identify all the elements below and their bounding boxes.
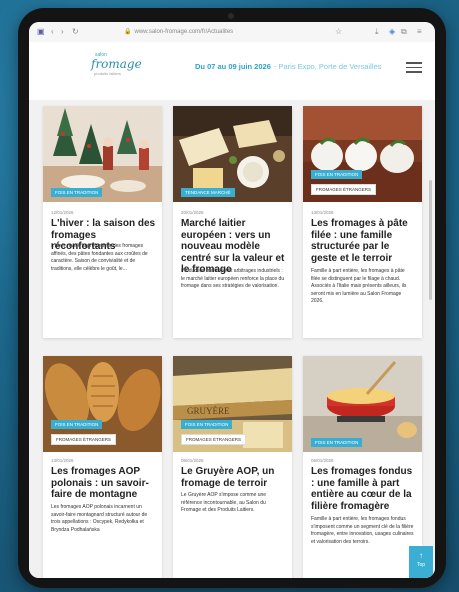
article-image-gruyere: GRUYÈRE Fois en Tradition Fromages étran… xyxy=(173,356,292,452)
article-image-fondue: Fois en Tradition xyxy=(303,356,422,452)
event-venue: - Paris Expo, Porte de Versailles xyxy=(273,62,382,71)
article-title[interactable]: Les fromages fondus : une famille à part… xyxy=(311,466,417,512)
article-excerpt: Production maîtrisée et arbitrages indus… xyxy=(181,268,285,290)
star-icon[interactable]: ☆ xyxy=(335,27,342,36)
category-tag[interactable]: Fois en Tradition xyxy=(51,188,103,197)
page-scrollbar[interactable] xyxy=(429,180,432,300)
url-text: www.salon-fromage.com/fr/Actualites xyxy=(134,29,234,35)
article-date: 20/01/2026 xyxy=(181,210,204,215)
download-icon[interactable]: ⤓ xyxy=(375,27,379,36)
category-tag[interactable]: Fromages étrangers xyxy=(311,184,377,195)
sidebar-icon[interactable]: ▣ xyxy=(37,27,45,36)
tablet-screen: ▣ ‹ › ↻ 🔒 www.salon-fromage.com/fr/Actual… xyxy=(29,22,435,578)
article-image-christmas-village: Fois en Tradition xyxy=(43,106,162,202)
camera-dot xyxy=(228,13,234,19)
article-excerpt: L'hiver révèle la profondeur des fromage… xyxy=(51,243,148,272)
article-card[interactable]: Fois en Tradition 12/01/2026 L'hiver : l… xyxy=(43,106,162,338)
arrow-up-icon: ↑ xyxy=(419,551,423,560)
articles-grid: Fois en Tradition 12/01/2026 L'hiver : l… xyxy=(29,100,435,578)
article-date: 12/01/2026 xyxy=(51,210,74,215)
shield-icon[interactable]: ◈ xyxy=(389,27,395,36)
article-title[interactable]: Les fromages AOP polonais : un savoir-fa… xyxy=(51,466,157,501)
article-excerpt: Les fromages AOP polonais incarnent un s… xyxy=(51,504,148,533)
article-image-oscypek: Fois en Tradition Fromages étrangers xyxy=(43,356,162,452)
article-card[interactable]: Tendance Marché 20/01/2026 Marché laitie… xyxy=(173,106,292,338)
article-image-mozzarella: Fois en Tradition Fromages étrangers xyxy=(303,106,422,202)
svg-text:GRUYÈRE: GRUYÈRE xyxy=(187,406,230,416)
category-tag[interactable]: Fromages étrangers xyxy=(181,434,247,445)
category-tag[interactable]: Fois en Tradition xyxy=(181,420,233,429)
article-date: 06/01/2026 xyxy=(311,458,334,463)
article-card[interactable]: GRUYÈRE Fois en Tradition Fromages étran… xyxy=(173,356,292,578)
address-bar[interactable]: 🔒 www.salon-fromage.com/fr/Actualites xyxy=(124,26,329,38)
site-header: salon fromage produits laitiers Du 07 au… xyxy=(29,42,435,100)
category-tag[interactable]: Fois en Tradition xyxy=(311,170,363,179)
category-tag[interactable]: Tendance Marché xyxy=(181,188,235,197)
menu-icon[interactable]: ≡ xyxy=(417,27,422,36)
forward-icon[interactable]: › xyxy=(61,27,64,36)
event-info: Du 07 au 09 juin 2026- Paris Expo, Porte… xyxy=(195,62,395,71)
logo-main-text: fromage xyxy=(91,57,142,71)
logo-sub-text: produits laitiers xyxy=(94,71,121,76)
hamburger-menu-icon[interactable] xyxy=(406,62,422,73)
article-card[interactable]: Fois en Tradition Fromages étrangers 13/… xyxy=(43,356,162,578)
article-excerpt: Famille à part entière, les fromages à p… xyxy=(311,268,407,305)
article-title[interactable]: Les fromages à pâte filée : une famille … xyxy=(311,218,417,264)
category-tag[interactable]: Fois en Tradition xyxy=(51,420,103,429)
reload-icon[interactable]: ↻ xyxy=(72,27,79,36)
article-date: 13/01/2026 xyxy=(51,458,74,463)
article-date: 06/01/2026 xyxy=(181,458,204,463)
article-excerpt: Le Gruyère AOP s'impose comme une référe… xyxy=(181,492,267,514)
article-date: 13/01/2026 xyxy=(311,210,334,215)
back-to-top-label: Top xyxy=(416,562,426,568)
article-excerpt: Famille à part entière, les fromages fon… xyxy=(311,516,414,545)
article-title[interactable]: Le Gruyère AOP, un fromage de terroir xyxy=(181,466,287,489)
event-dates: Du 07 au 09 juin 2026 xyxy=(195,62,271,71)
browser-toolbar: ▣ ‹ › ↻ 🔒 www.salon-fromage.com/fr/Actual… xyxy=(29,22,435,43)
lock-icon: 🔒 xyxy=(124,29,132,35)
article-card[interactable]: Fois en Tradition 06/01/2026 Les fromage… xyxy=(303,356,422,578)
category-tag[interactable]: Fois en Tradition xyxy=(311,438,363,447)
back-icon[interactable]: ‹ xyxy=(51,27,54,36)
extensions-icon[interactable]: ⧉ xyxy=(401,27,407,36)
tablet-device: ▣ ‹ › ↻ 🔒 www.salon-fromage.com/fr/Actual… xyxy=(18,8,446,588)
article-image-cheese-board: Tendance Marché xyxy=(173,106,292,202)
back-to-top-button[interactable]: ↑ Top xyxy=(409,546,433,578)
category-tag[interactable]: Fromages étrangers xyxy=(51,434,117,445)
site-logo[interactable]: salon fromage produits laitiers xyxy=(91,52,143,78)
article-card[interactable]: Fois en Tradition Fromages étrangers 13/… xyxy=(303,106,422,338)
article-title[interactable]: Marché laitier européen : vers un nouvea… xyxy=(181,218,287,276)
